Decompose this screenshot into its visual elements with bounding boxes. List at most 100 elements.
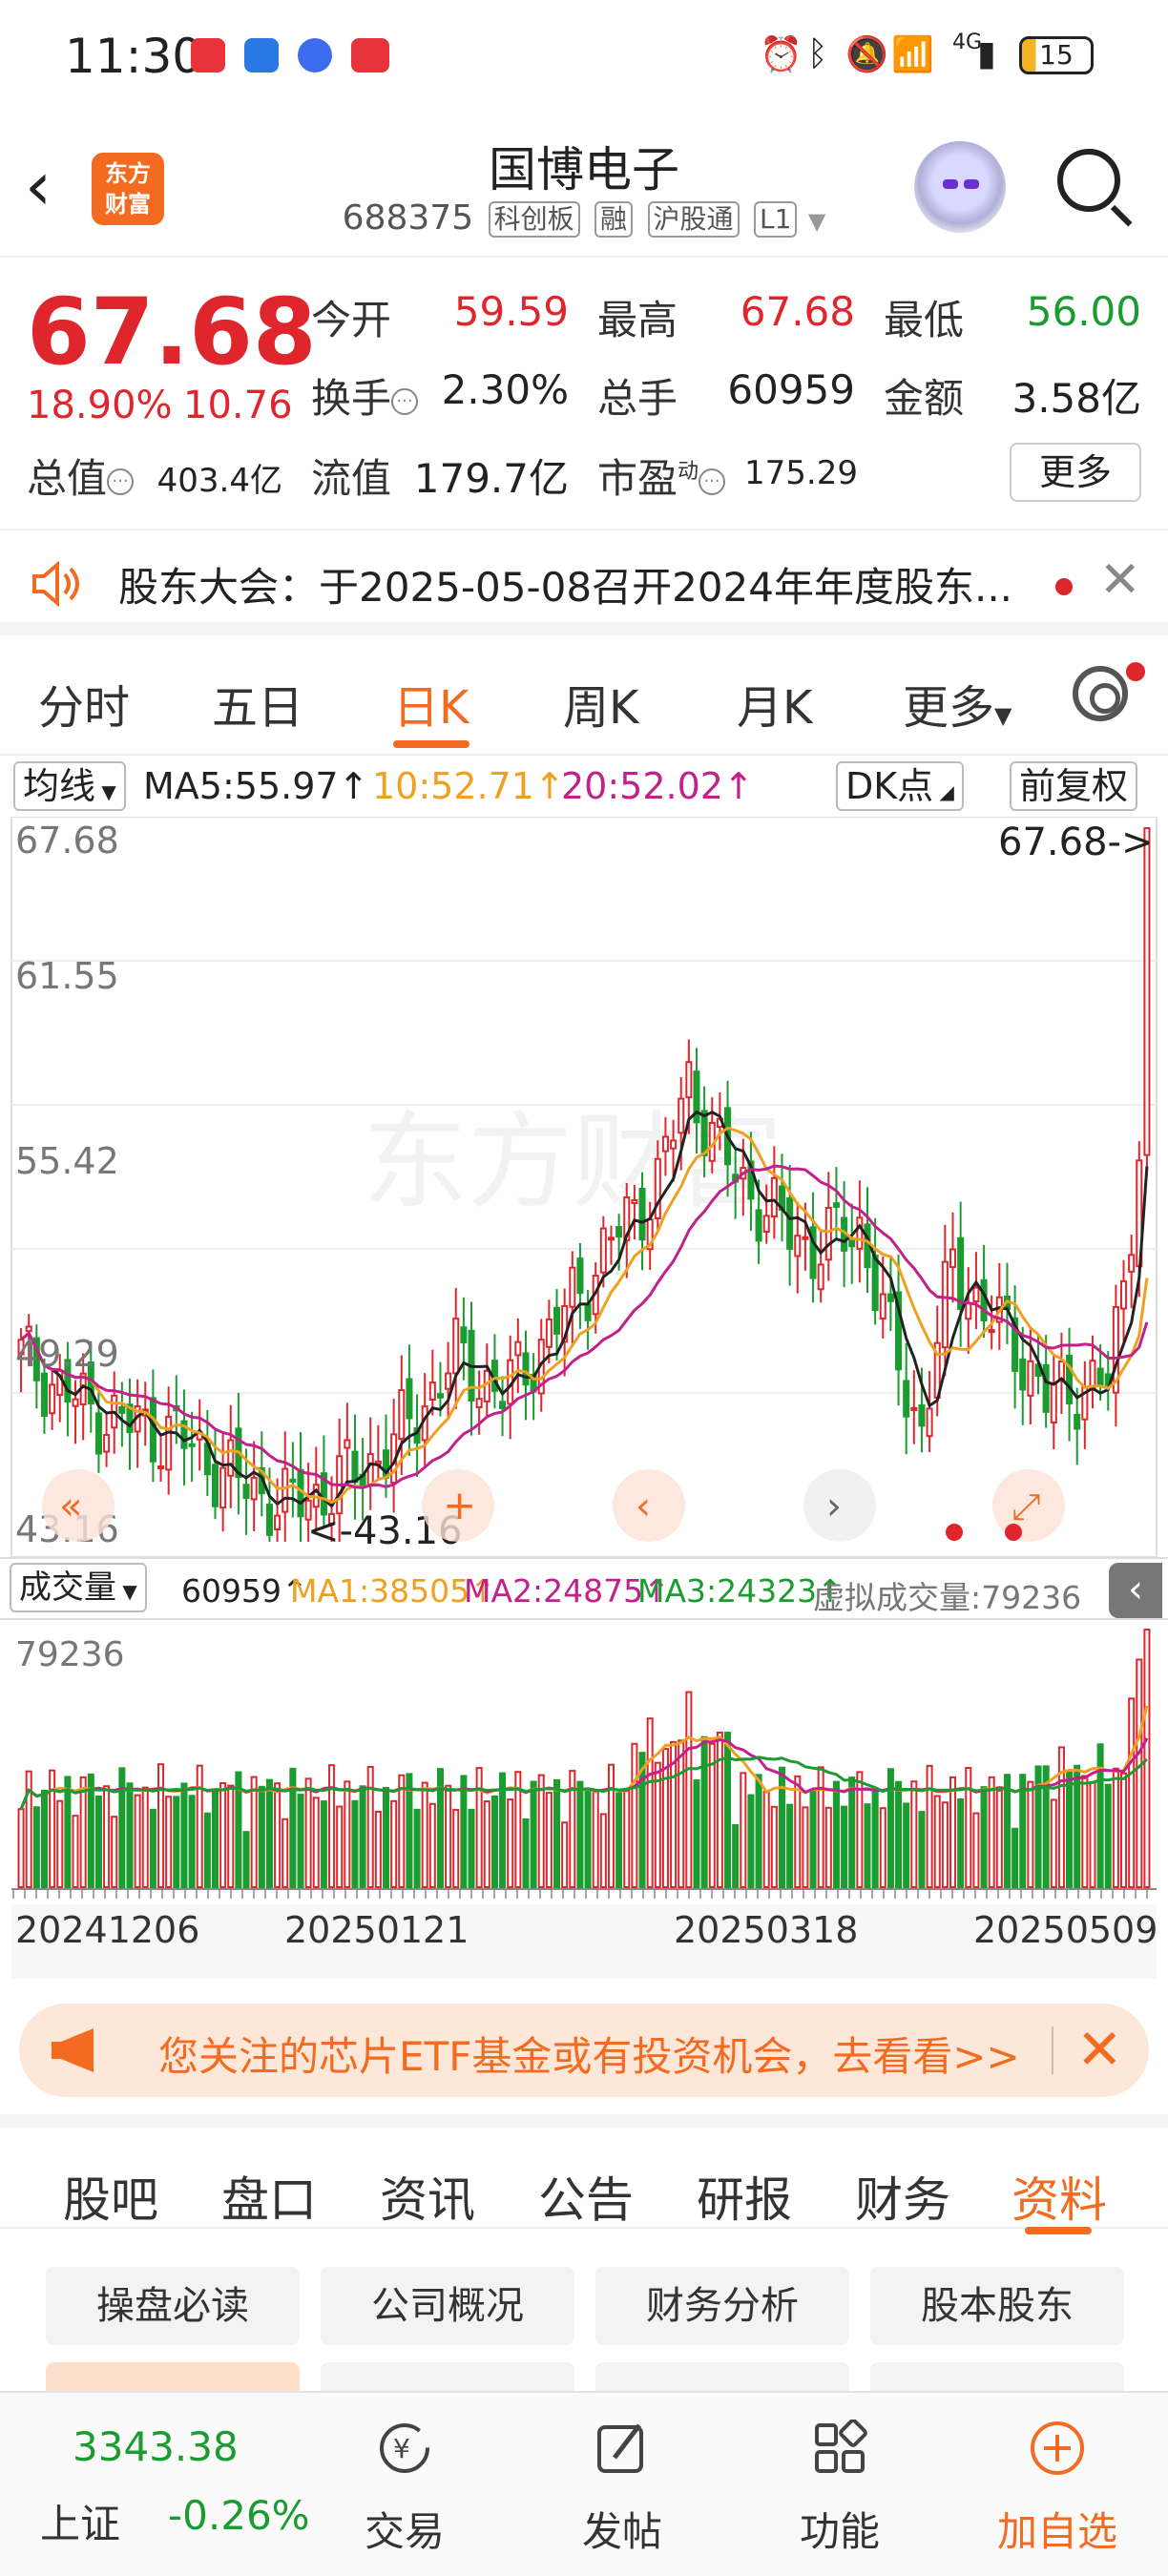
tab-orderbook[interactable]: 盘口 bbox=[221, 2162, 317, 2231]
volume-bar bbox=[716, 1731, 723, 1888]
volume-bar bbox=[196, 1764, 203, 1888]
nav-functions[interactable]: 功能 bbox=[744, 2393, 935, 2576]
tab-financials[interactable]: 财务 bbox=[855, 2162, 950, 2231]
turnover-label: 换手 ··· bbox=[311, 366, 419, 425]
svg-text:¥: ¥ bbox=[393, 2433, 410, 2464]
banner-text[interactable]: 您关注的芯片ETF基金或有投资机会，去看看>> bbox=[158, 2025, 1020, 2083]
candle-body bbox=[794, 1235, 802, 1257]
tab-five-day[interactable]: 五日 bbox=[212, 670, 303, 737]
tab-research[interactable]: 研报 bbox=[697, 2162, 792, 2231]
financial-analysis-button[interactable]: 财务分析 bbox=[595, 2267, 849, 2345]
candle-body bbox=[569, 1266, 576, 1308]
close-icon[interactable]: ✕ bbox=[1076, 2017, 1123, 2082]
more-button[interactable]: 更多 bbox=[1010, 443, 1141, 502]
volume-bar bbox=[103, 1785, 111, 1888]
candle-body bbox=[1050, 1381, 1057, 1424]
candle-body bbox=[1143, 827, 1151, 1156]
volume-bar bbox=[965, 1766, 972, 1888]
candle-body bbox=[188, 1443, 196, 1447]
volume-bar bbox=[56, 1799, 64, 1889]
volume-bar bbox=[258, 1785, 265, 1889]
volume-bar bbox=[468, 1808, 475, 1889]
candle-body bbox=[871, 1255, 879, 1311]
candle-body bbox=[770, 1176, 778, 1217]
indicator-selector[interactable]: 均线 ▼ bbox=[13, 761, 126, 811]
tab-monthly-k[interactable]: 月K bbox=[737, 670, 812, 737]
candle-body bbox=[157, 1465, 165, 1470]
tag-level[interactable]: L1 bbox=[753, 201, 798, 238]
nav-add-watchlist[interactable]: 加自选 bbox=[962, 2393, 1153, 2576]
event-dot bbox=[1005, 1524, 1022, 1541]
candle-body bbox=[1096, 1367, 1104, 1387]
kline-chart[interactable]: 东方财富 67.68 61.55 55.42 49.29 43.16 67.68… bbox=[0, 816, 1168, 1558]
volume-bar bbox=[770, 1805, 778, 1888]
candle-body bbox=[1019, 1358, 1027, 1391]
etf-promo-banner[interactable]: 您关注的芯片ETF基金或有投资机会，去看看>> ✕ bbox=[19, 2004, 1149, 2097]
megaphone-icon bbox=[52, 2028, 94, 2072]
company-overview-button[interactable]: 公司概况 bbox=[321, 2267, 574, 2345]
collapse-panel-button[interactable]: ‹ bbox=[1109, 1563, 1162, 1618]
assistant-robot-icon[interactable] bbox=[914, 141, 1006, 233]
volume-bar bbox=[615, 1792, 623, 1889]
candle-body bbox=[576, 1257, 584, 1295]
chevron-right-icon: › bbox=[826, 1485, 842, 1528]
candle-body bbox=[786, 1196, 794, 1250]
notice-bar[interactable]: 股东大会：于2025-05-08召开2024年年度股东... ✕ bbox=[0, 529, 1168, 635]
tab-daily-k[interactable]: 日K bbox=[393, 670, 469, 737]
volume-chart[interactable]: 79236 20241206 20250121 20250318 2025050… bbox=[0, 1620, 1168, 1979]
tab-intraday[interactable]: 分时 bbox=[38, 670, 130, 737]
candle-body bbox=[282, 1467, 289, 1513]
index-ticker[interactable]: 3343.38 上证 -0.26% bbox=[19, 2393, 310, 2576]
volume-bar bbox=[832, 1780, 840, 1889]
settings-gear-icon[interactable] bbox=[1073, 666, 1128, 721]
volume-bar bbox=[957, 1797, 965, 1888]
dropdown-icon[interactable]: ▼ bbox=[808, 208, 825, 235]
volume-bar bbox=[374, 1810, 382, 1889]
trading-must-read-button[interactable]: 操盘必读 bbox=[46, 2267, 300, 2345]
search-icon[interactable] bbox=[1057, 149, 1120, 212]
adjust-selector[interactable]: 前复权 bbox=[1010, 761, 1138, 811]
volume-bar bbox=[157, 1763, 165, 1888]
close-icon[interactable]: ✕ bbox=[1099, 551, 1141, 609]
tab-profile[interactable]: 资料 bbox=[1012, 2162, 1107, 2231]
volume-bar bbox=[553, 1778, 561, 1888]
volume-bar bbox=[507, 1798, 514, 1888]
nav-post-label: 发帖 bbox=[581, 2508, 662, 2555]
candle-body bbox=[40, 1372, 49, 1418]
volume-bar bbox=[809, 1789, 817, 1888]
tab-forum[interactable]: 股吧 bbox=[63, 2162, 158, 2231]
pe-label: 市盈动 ··· bbox=[597, 447, 726, 505]
y-tick: 55.42 bbox=[15, 1140, 119, 1182]
candle-body bbox=[522, 1352, 530, 1386]
index-percent: -0.26% bbox=[168, 2492, 310, 2539]
wifi-icon: 📶 bbox=[891, 35, 934, 74]
volume-bar bbox=[561, 1821, 569, 1889]
volume-svg[interactable]: 79236 20241206 20250121 20250318 2025050… bbox=[0, 1620, 1168, 1979]
candle-body bbox=[165, 1415, 173, 1471]
candle-body bbox=[1027, 1360, 1034, 1397]
nav-add-label: 加自选 bbox=[996, 2508, 1117, 2555]
volume-bar bbox=[111, 1816, 118, 1888]
kline-svg[interactable]: 东方财富 67.68 61.55 55.42 49.29 43.16 67.68… bbox=[0, 816, 1168, 1558]
x-tick: 20250121 bbox=[284, 1909, 469, 1951]
volume-selector[interactable]: 成交量 ▼ bbox=[10, 1563, 147, 1612]
tab-announcements[interactable]: 公告 bbox=[538, 2162, 634, 2231]
volume-bar bbox=[941, 1801, 949, 1888]
candle-body bbox=[545, 1318, 553, 1348]
high-value: 67.68 bbox=[740, 288, 855, 335]
tab-news[interactable]: 资讯 bbox=[380, 2162, 475, 2231]
nav-trade[interactable]: ¥ 交易 bbox=[309, 2393, 500, 2576]
tab-more[interactable]: 更多▼ bbox=[903, 670, 1012, 737]
volume-bar bbox=[460, 1775, 468, 1889]
tab-weekly-k[interactable]: 周K bbox=[563, 670, 638, 737]
nav-post[interactable]: 发帖 bbox=[527, 2393, 718, 2576]
alarm-icon: ⏰ bbox=[760, 35, 803, 74]
info-icon: ··· bbox=[107, 467, 135, 495]
info-icon: ··· bbox=[391, 387, 419, 415]
x-tick: 20241206 bbox=[15, 1909, 199, 1951]
shareholders-button[interactable]: 股本股东 bbox=[870, 2267, 1124, 2345]
notice-text[interactable]: 股东大会：于2025-05-08召开2024年年度股东... bbox=[118, 555, 1012, 613]
dk-point-selector[interactable]: DK点 ◢ bbox=[836, 761, 964, 811]
period-tabs: 分时 五日 日K 周K 月K 更多▼ bbox=[0, 637, 1168, 752]
volume-bar bbox=[1089, 1781, 1096, 1889]
